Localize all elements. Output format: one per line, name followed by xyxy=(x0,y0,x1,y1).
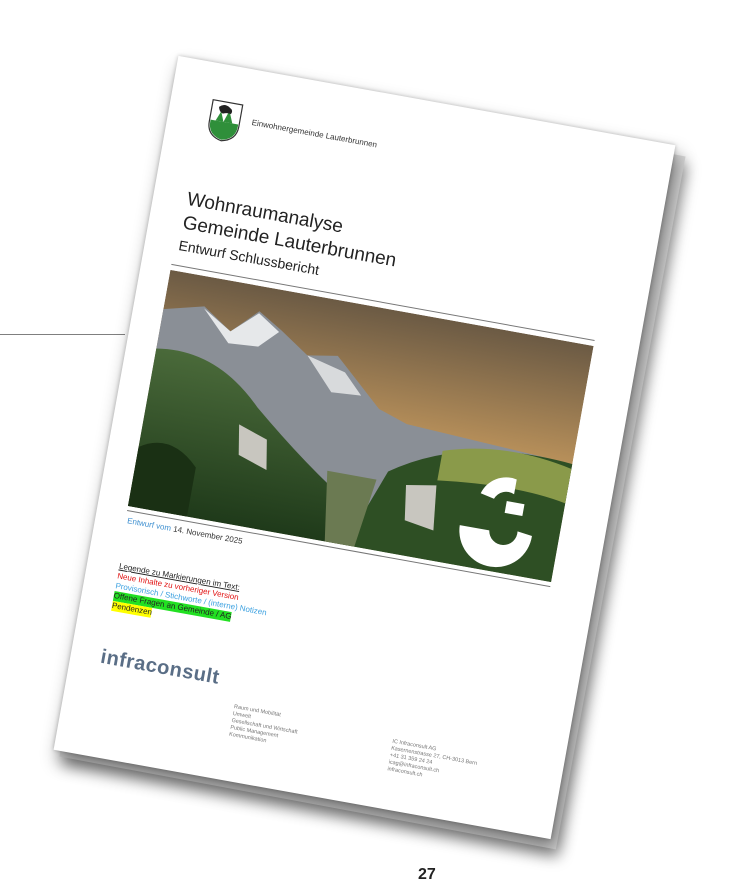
document-cover-page: Einwohnergemeinde Lauterbrunnen Wohnraum… xyxy=(53,55,676,840)
draft-date: 14. November 2025 xyxy=(172,524,244,546)
draft-label: Entwurf vom xyxy=(126,516,172,533)
brand-wordmark: infraconsult xyxy=(98,645,222,689)
company-address: IC Infraconsult AG Kasernenstrasse 27, C… xyxy=(387,739,479,789)
markup-legend: Legende zu Markierungen im Text: Neue In… xyxy=(111,561,271,637)
services-list: Raum und Mobilität Umwelt Gesellschaft u… xyxy=(228,704,300,750)
municipality-crest-icon xyxy=(208,99,244,142)
page-number: 27 xyxy=(418,866,436,883)
divider-line xyxy=(0,334,125,335)
municipality-name: Einwohnergemeinde Lauterbrunnen xyxy=(250,117,378,150)
